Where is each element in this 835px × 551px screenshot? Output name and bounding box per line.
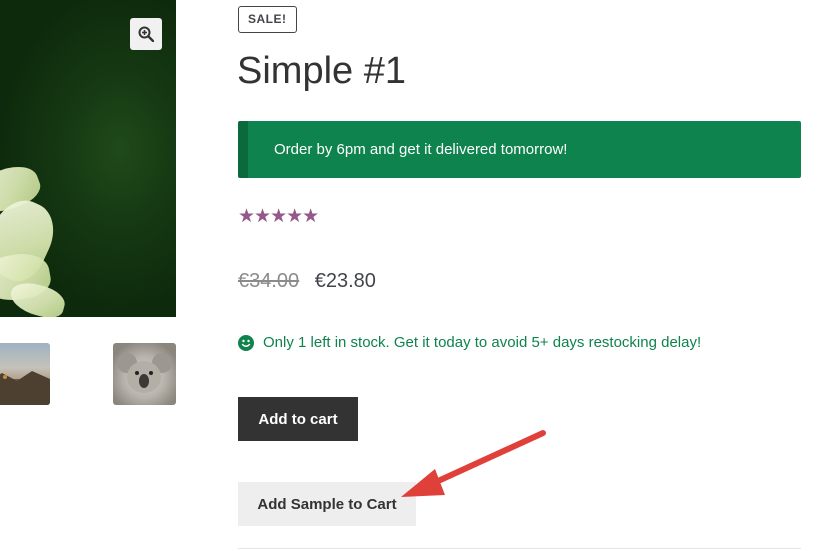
sale-price: €23.80: [314, 270, 376, 292]
product-price: €34.00 €23.80: [238, 270, 376, 293]
star-rating[interactable]: ★★★★★: [238, 205, 319, 228]
flower-petal: [7, 278, 68, 317]
sale-badge: SALE!: [238, 6, 297, 33]
gallery-thumbnail-koala[interactable]: [113, 343, 176, 405]
annotation-arrow-icon: [401, 430, 546, 497]
stock-status: Only 1 left in stock. Get it today to av…: [238, 334, 701, 351]
zoom-in-icon: [138, 26, 154, 42]
delivery-notice: Order by 6pm and get it delivered tomorr…: [238, 121, 801, 178]
divider: [238, 548, 801, 549]
regular-price: €34.00: [238, 270, 300, 292]
stock-message: Only 1 left in stock. Get it today to av…: [263, 334, 702, 351]
add-sample-to-cart-button[interactable]: Add Sample to Cart: [238, 482, 416, 526]
smiley-icon: [238, 334, 254, 351]
zoom-button[interactable]: [130, 18, 162, 50]
add-to-cart-button[interactable]: Add to cart: [238, 397, 358, 441]
gallery-thumbnail-landscape[interactable]: [0, 343, 50, 405]
product-main-image[interactable]: [0, 0, 176, 317]
koala-thumbnail-image: [117, 353, 172, 393]
landscape-thumbnail-image: [0, 371, 50, 405]
product-title: Simple #1: [237, 50, 406, 92]
